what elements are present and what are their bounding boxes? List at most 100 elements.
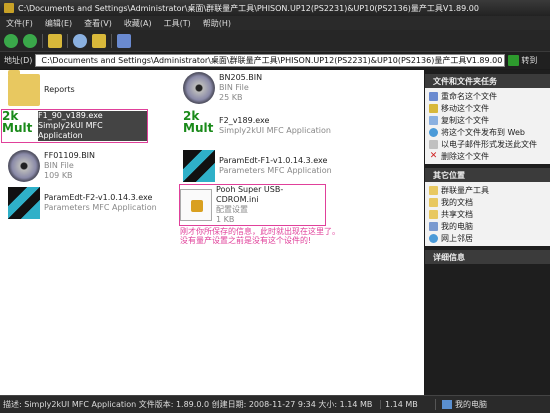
place-label: 我的电脑 [441,221,473,231]
menu-bar: 文件(F) 编辑(E) 查看(V) 收藏(A) 工具(T) 帮助(H) [0,16,550,30]
disc-icon [183,72,215,104]
move-icon [429,103,438,113]
status-size: 1.14 MB [380,400,435,409]
file-item-highlighted[interactable]: Pooh Super USB-CDROM.ini 配置设置 1 KB [179,184,326,226]
disc-icon [8,150,40,182]
2k-mult-icon: 2k Mult [183,109,214,135]
forward-icon[interactable] [23,33,37,48]
tasks-list: 重命名这个文件 移动这个文件 复制这个文件 将这个文件发布到 Web 以电子邮件… [425,88,550,164]
task-label: 移动这个文件 [441,103,489,113]
file-item-selected[interactable]: 2k Mult F1_90_v189.exe Simply2kUI MFC Appl… [1,109,148,143]
places-header[interactable]: 其它位置 [425,168,550,182]
annotation-note: 刚才你所保存的信息，此时就出现在这里了。没有量产设置之前是没有这个设件的! [180,227,340,245]
address-label: 地址(D) [4,56,33,65]
file-type: BIN File [44,161,74,170]
file-name: Reports [44,85,75,94]
task-pane: 文件和文件夹任务 重命名这个文件 移动这个文件 复制这个文件 将这个文件发布到 … [425,70,550,395]
file-item[interactable]: 2k Mult F2_v189.exe Simply2kUI MFC Applica… [183,110,331,142]
menu-favorites[interactable]: 收藏(A) [124,18,152,29]
address-path: C:\Documents and Settings\Administrator\… [41,56,503,65]
network-icon [429,233,438,243]
place-item[interactable]: 共享文档 [429,208,550,220]
place-label: 我的文档 [441,197,473,207]
address-bar: 地址(D) C:\Documents and Settings\Administ… [0,52,550,69]
folders-icon[interactable] [92,33,106,48]
views-icon[interactable] [117,33,131,48]
tasks-header[interactable]: 文件和文件夹任务 [425,74,550,88]
details-header[interactable]: 详细信息 [425,250,550,264]
task-delete[interactable]: ✕ 删除这个文件 [429,150,550,162]
computer-icon [429,221,438,231]
file-size: 109 KB [44,171,73,180]
place-item[interactable]: 网上邻居 [429,232,550,244]
menu-tools[interactable]: 工具(T) [164,18,191,29]
task-label: 删除这个文件 [441,151,489,161]
menu-help[interactable]: 帮助(H) [203,18,231,29]
up-folder-icon[interactable] [48,33,62,48]
task-label: 以电子邮件形式发送此文件 [441,139,537,149]
rename-icon [429,91,438,101]
task-move[interactable]: 移动这个文件 [429,102,550,114]
globe-icon [429,127,438,137]
toolbar-divider [111,33,112,48]
file-size: 1 KB [216,215,235,224]
file-name: F1_90_v189.exe [38,111,147,121]
place-item[interactable]: 我的文档 [429,196,550,208]
place-label: 网上邻居 [441,233,473,243]
task-copy[interactable]: 复制这个文件 [429,114,550,126]
cubes-icon [8,187,40,219]
go-arrow-icon [508,55,520,66]
file-size: 25 KB [219,93,243,102]
go-button[interactable]: 转到 [508,55,537,66]
copy-icon [429,115,438,125]
place-item[interactable]: 我的电脑 [429,220,550,232]
file-item[interactable]: FF01109.BIN BIN File 109 KB [8,150,95,182]
back-icon[interactable] [4,33,18,48]
file-name: ParamEdt-F2-v1.0.14.3.exe [44,193,153,202]
menu-view[interactable]: 查看(V) [84,18,112,29]
file-type: Simply2kUI MFC Application [219,126,331,135]
file-type: Parameters MFC Application [219,166,332,175]
place-item[interactable]: 群联量产工具 [429,184,550,196]
cubes-icon [183,150,215,182]
menu-file[interactable]: 文件(F) [6,18,33,29]
status-zone: 我的电脑 [435,399,487,410]
computer-icon [442,400,452,409]
place-label: 群联量产工具 [441,185,489,195]
address-input[interactable]: C:\Documents and Settings\Administrator\… [35,54,506,67]
places-list: 群联量产工具 我的文档 共享文档 我的电脑 网上邻居 [425,182,550,246]
file-type: 配置设置 [216,205,248,214]
toolbar [0,30,550,52]
status-bar: 描述: Simply2kUI MFC Application 文件版本: 1.8… [0,395,550,413]
status-description: 描述: Simply2kUI MFC Application 文件版本: 1.8… [3,400,373,409]
title-bar: C:\Documents and Settings\Administrator\… [0,0,550,16]
file-type: Parameters MFC Application [44,203,157,212]
file-item[interactable]: ParamEdt-F1-v1.0.14.3.exe Parameters MFC … [183,150,332,182]
task-label: 复制这个文件 [441,115,489,125]
shared-folder-icon [429,209,438,219]
window-title: C:\Documents and Settings\Administrator\… [18,3,479,13]
file-type: Simply2kUI MFC Application [38,121,147,141]
2k-mult-icon: 2k Mult [2,109,33,135]
task-publish[interactable]: 将这个文件发布到 Web [429,126,550,138]
task-label: 将这个文件发布到 Web [441,127,525,137]
documents-icon [429,197,438,207]
zone-label: 我的电脑 [455,400,487,409]
file-item[interactable]: ParamEdt-F2-v1.0.14.3.exe Parameters MFC … [8,187,157,219]
file-name: ParamEdt-F1-v1.0.14.3.exe [219,156,328,165]
file-name: BN205.BIN [219,73,263,82]
task-rename[interactable]: 重命名这个文件 [429,90,550,102]
folder-icon [429,185,438,195]
delete-icon: ✕ [429,150,438,161]
file-item[interactable]: BN205.BIN BIN File 25 KB [183,72,262,104]
folder-icon [4,3,14,13]
folder-icon [8,70,40,106]
menu-edit[interactable]: 编辑(E) [45,18,72,29]
file-name: Pooh Super USB-CDROM.ini [216,185,284,204]
file-item[interactable]: Reports [8,70,75,106]
file-name: F2_v189.exe [219,116,270,125]
search-icon[interactable] [73,33,87,48]
file-list: Reports BN205.BIN BIN File 25 KB 2k Mult F1… [0,70,424,395]
toolbar-divider [42,33,43,48]
task-email[interactable]: 以电子邮件形式发送此文件 [429,138,550,150]
